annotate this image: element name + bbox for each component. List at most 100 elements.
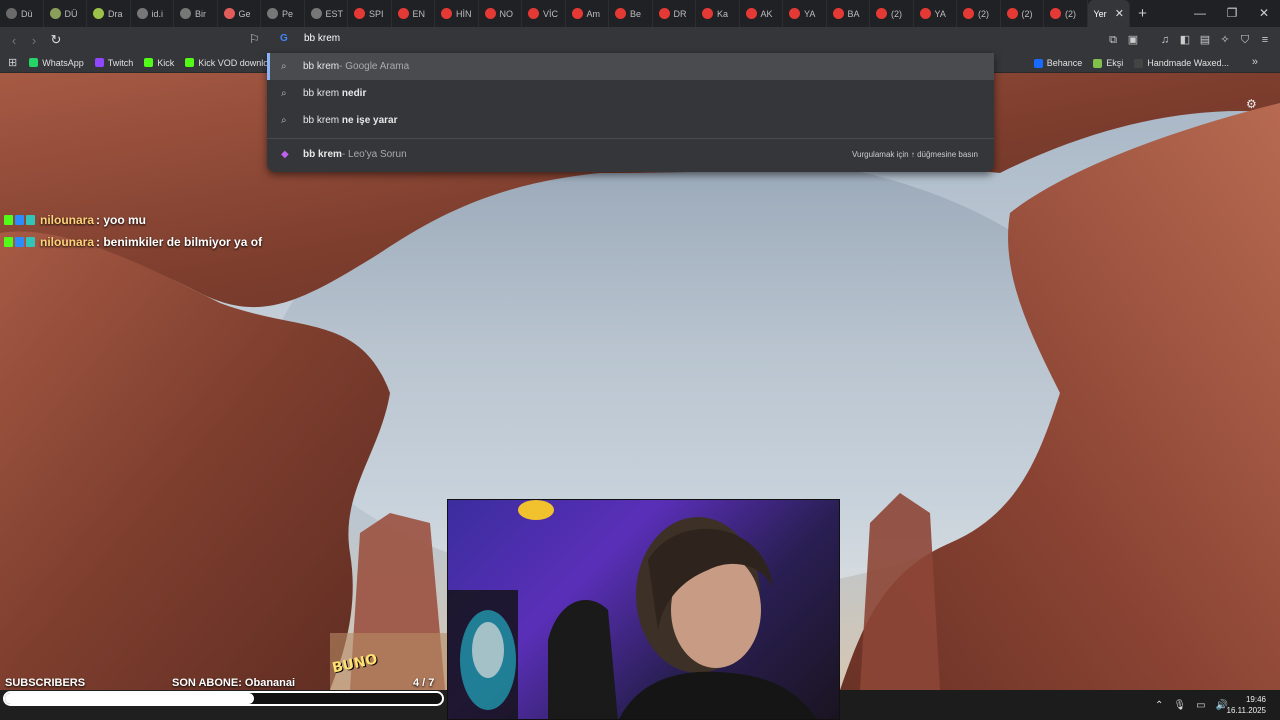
- network-icon[interactable]: ▭: [1196, 700, 1205, 711]
- tray-chevron-icon[interactable]: ⌃: [1155, 700, 1163, 711]
- menu-icon[interactable]: ≡: [1258, 33, 1272, 47]
- back-icon[interactable]: ‹: [4, 33, 24, 48]
- browser-tab[interactable]: DÜ: [44, 0, 87, 27]
- screenshot-icon[interactable]: ▣: [1126, 33, 1140, 47]
- tab-favicon-icon: [93, 8, 104, 19]
- sidebar-icon[interactable]: ◧: [1178, 33, 1192, 47]
- browser-tab[interactable]: SPI: [348, 0, 392, 27]
- bookmark-favicon-icon: [94, 58, 104, 67]
- bookmark-item[interactable]: WhatsApp: [29, 58, 84, 68]
- apps-grid-icon[interactable]: ⊞: [8, 56, 17, 69]
- tab-favicon-icon: [6, 8, 17, 19]
- bookmark-item[interactable]: Ekşi: [1093, 58, 1123, 68]
- minimize-button[interactable]: —: [1184, 0, 1216, 27]
- browser-tab[interactable]: (2): [1001, 0, 1044, 27]
- browser-tab[interactable]: AK: [740, 0, 783, 27]
- browser-tab[interactable]: DR: [653, 0, 696, 27]
- browser-tab[interactable]: Dü: [0, 0, 44, 27]
- suggestion-text: bb krem: [303, 149, 342, 160]
- tab-label: Dü: [21, 8, 33, 19]
- bookmark-item[interactable]: Behance: [1033, 58, 1082, 68]
- tab-favicon-icon: [832, 8, 844, 19]
- browser-tab[interactable]: Dra: [87, 0, 131, 27]
- active-tab[interactable]: Yer ✕: [1087, 0, 1130, 27]
- bookmark-label: Twitch: [107, 57, 134, 68]
- browser-tab[interactable]: YA: [783, 0, 827, 27]
- browser-tab[interactable]: VİC: [522, 0, 566, 27]
- keyboard-hint: Vurgulamak için ↑ düğmesine basın: [852, 150, 978, 159]
- tab-label: EN: [412, 8, 426, 19]
- browser-tab[interactable]: Am: [566, 0, 609, 27]
- browser-tab[interactable]: (2): [870, 0, 914, 27]
- clock-time: 19:46: [1245, 695, 1266, 704]
- bookmark-item[interactable]: Kick VOD downlo: [185, 58, 268, 68]
- close-tab-icon[interactable]: ✕: [1115, 7, 1124, 20]
- chat-username: nilounara: [40, 235, 95, 249]
- browser-tab[interactable]: Be: [609, 0, 653, 27]
- suggestion-text: bb krem: [303, 115, 342, 126]
- bookmark-label: Kick VOD downlo: [198, 57, 269, 68]
- bookmark-favicon-icon: [144, 58, 154, 67]
- browser-tab[interactable]: Bir: [174, 0, 218, 27]
- tab-label: Pe: [282, 8, 294, 19]
- more-bookmarks-icon[interactable]: »: [1252, 56, 1258, 68]
- tab-favicon-icon: [354, 8, 365, 19]
- browser-tab[interactable]: Ka: [696, 0, 740, 27]
- leo-icon[interactable]: ✧: [1218, 33, 1232, 47]
- suggestion-item[interactable]: ⌕ bb krem ne işe yarar: [267, 107, 994, 134]
- bookmark-item[interactable]: Twitch: [94, 57, 134, 68]
- tab-favicon-icon: [919, 8, 931, 19]
- browser-tab[interactable]: (2): [957, 0, 1001, 27]
- browser-tab[interactable]: Ge: [218, 0, 261, 27]
- leo-icon: ◆: [281, 149, 289, 160]
- forward-icon[interactable]: ›: [24, 33, 44, 48]
- settings-gear-icon[interactable]: ⚙: [1246, 97, 1257, 111]
- new-tab-button[interactable]: +: [1130, 5, 1156, 22]
- browser-tab[interactable]: id.i: [131, 0, 174, 27]
- browser-tab[interactable]: BA: [827, 0, 870, 27]
- tab-label: (2): [1065, 8, 1076, 19]
- bookmark-label: WhatsApp: [42, 57, 84, 68]
- bookmark-icon[interactable]: ⚐: [249, 32, 260, 46]
- extensions-icon[interactable]: ⧉: [1106, 33, 1120, 47]
- restore-button[interactable]: ❐: [1216, 0, 1248, 27]
- badge-icon: [26, 237, 35, 247]
- bookmark-favicon-icon: [1134, 58, 1144, 68]
- browser-tab[interactable]: EST: [305, 0, 348, 27]
- bookmark-item[interactable]: Kick: [144, 58, 174, 68]
- omnibox-input[interactable]: bb krem: [304, 33, 340, 44]
- browser-tab[interactable]: NO: [479, 0, 522, 27]
- tab-label: Bir: [195, 8, 206, 19]
- wallet-icon[interactable]: ▤: [1198, 33, 1212, 47]
- close-window-button[interactable]: ✕: [1248, 0, 1280, 27]
- microphone-icon[interactable]: 🎙: [1173, 700, 1186, 711]
- browser-tab[interactable]: (2): [1044, 0, 1088, 27]
- tab-label: YA: [934, 8, 946, 19]
- bookmark-favicon-icon: [29, 58, 39, 67]
- suggestion-item[interactable]: ⌕ bb krem nedir: [267, 80, 994, 107]
- kick-badge-icon: [4, 215, 13, 225]
- chat-username: nilounara: [40, 213, 95, 227]
- shield-icon[interactable]: ⛉: [1238, 33, 1252, 47]
- bookmark-label: Ekşi: [1106, 58, 1124, 68]
- browser-tab[interactable]: YA: [914, 0, 957, 27]
- tab-label: AK: [760, 8, 773, 19]
- bookmark-item[interactable]: Handmade Waxed...: [1134, 58, 1229, 68]
- reload-icon[interactable]: ↻: [46, 32, 66, 48]
- tab-label: BA: [847, 8, 860, 19]
- browser-tab[interactable]: EN: [392, 0, 435, 27]
- leo-suggestion[interactable]: ◆ bb krem - Leo'ya Sorun Vurgulamak için…: [267, 141, 994, 168]
- taskbar-clock[interactable]: 19:46 16.11.2025: [1227, 694, 1266, 716]
- media-icon[interactable]: ♫: [1158, 33, 1172, 47]
- browser-tab[interactable]: Pe: [261, 0, 305, 27]
- tab-favicon-icon: [267, 8, 278, 19]
- tab-label: Yer: [1093, 8, 1107, 19]
- subscriber-progress-bar: [3, 691, 444, 706]
- clock-date: 16.11.2025: [1226, 706, 1266, 715]
- tab-favicon-icon: [1050, 8, 1061, 19]
- tab-label: HİN: [456, 8, 472, 19]
- chat-text: : benimkiler de bilmiyor ya of: [96, 235, 263, 249]
- suggestion-item[interactable]: ⌕ bb krem - Google Arama: [267, 53, 994, 80]
- browser-tab[interactable]: HİN: [435, 0, 479, 27]
- suggestion-source: - Leo'ya Sorun: [341, 149, 407, 160]
